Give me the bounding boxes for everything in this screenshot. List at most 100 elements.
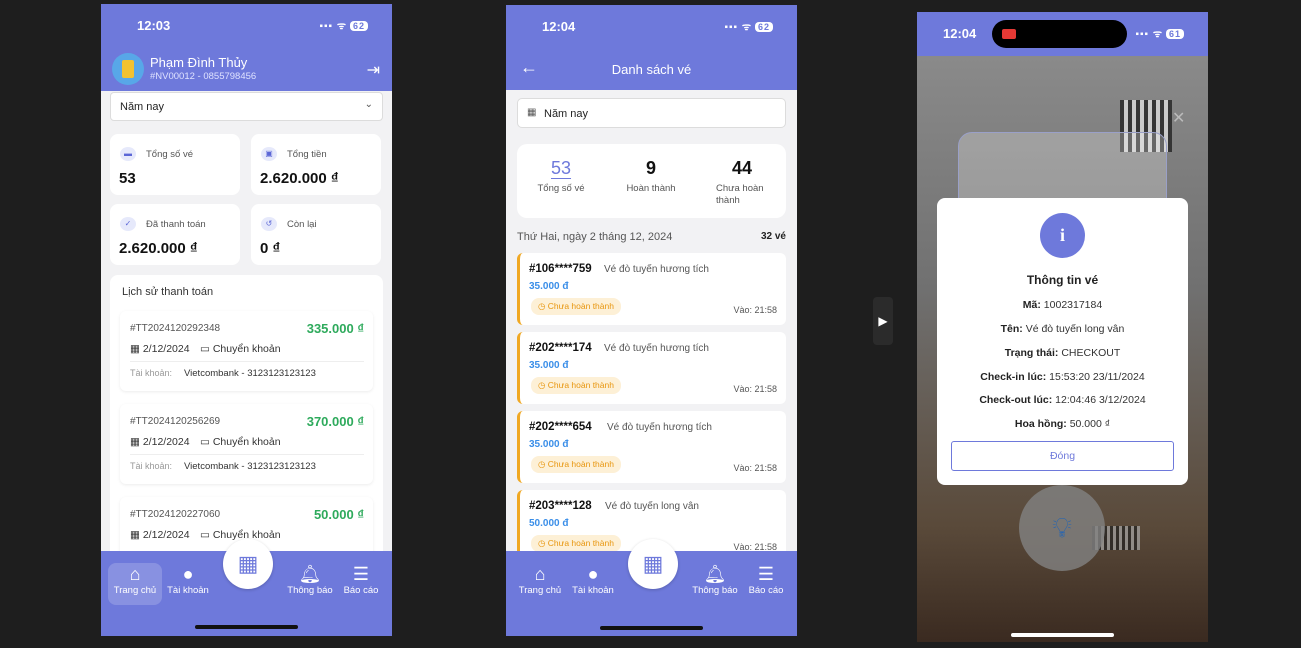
summary-label: Hoàn thành	[626, 183, 676, 194]
transaction-code: #TT2024120227060	[130, 509, 221, 520]
home-icon: ⌂	[129, 564, 141, 584]
status-bar: 12:04 ▪▪▪ ᯤ 62	[506, 5, 797, 45]
logout-icon[interactable]: ⇥	[367, 60, 380, 80]
signal-wifi-icon: ▪▪▪ ᯤ 62	[319, 18, 368, 32]
ticket-item[interactable]: #106****759 Vé đò tuyến hương tích 35.00…	[517, 253, 786, 325]
ticket-id: #202****654	[529, 421, 592, 433]
battery-icon: 61	[1165, 29, 1184, 39]
clock-icon: ◷	[538, 301, 548, 311]
ticket-name: Vé đò tuyến long vân	[605, 501, 699, 512]
ticket-name: Vé đò tuyến hương tích	[604, 343, 709, 354]
tab-account[interactable]: ● Tài khoản	[161, 563, 215, 605]
bell-icon: 🔔︎	[703, 564, 727, 584]
info-row: Trạng thái: CHECKOUT	[1004, 347, 1121, 359]
tab-notifications[interactable]: 🔔︎ Thông báo	[688, 563, 742, 605]
transaction-amount: 370.000 ₫	[306, 414, 364, 429]
info-row: Tên: Vé đò tuyến long vân	[1000, 323, 1125, 335]
status-badge: ◷ Chưa hoàn thành	[531, 535, 621, 552]
stat-remaining: ↺ Còn lại 0 ₫	[251, 204, 381, 265]
home-indicator	[195, 625, 298, 629]
home-header: 12:03 ▪▪▪ ᯤ 62 Phạm Đình Thủy #NV00012 - …	[101, 4, 392, 91]
transaction-amount: 50.000 ₫	[313, 507, 364, 522]
stat-value: 0 ₫	[260, 240, 281, 257]
scan-result-screen: 12:04 ▪▪▪ ᯤ 61 ✕ i Thông tin vé Mã: 10023…	[917, 12, 1208, 642]
chevron-down-icon: ⌄	[364, 99, 373, 110]
ticket-summary: 53 Tổng số vé 9 Hoàn thành 44 Chưa hoàn …	[517, 144, 786, 218]
chart-icon: ☰	[352, 564, 370, 584]
home-icon: ⌂	[534, 564, 546, 584]
stat-label: Tổng tiền	[287, 149, 327, 160]
bottom-tab-bar: ⌂ Trang chủ ● Tài khoản ▦ 🔔︎ Thông báo ☰ Báo…	[101, 539, 392, 636]
user-id-phone: #NV00012 - 0855798456	[150, 71, 257, 82]
stat-label: Đã thanh toán	[146, 219, 206, 230]
account-value: Vietcombank - 3123123123123	[184, 461, 316, 472]
ticket-list-screen: 12:04 ▪▪▪ ᯤ 62 ← Danh sách vé ▦ Năm nay 5…	[506, 5, 797, 636]
calendar-icon: ▦	[130, 343, 143, 355]
ticket-id: #106****759	[529, 263, 592, 275]
status-badge: ◷ Chưa hoàn thành	[531, 377, 621, 394]
ticket-name: Vé đò tuyến hương tích	[607, 422, 712, 433]
close-button[interactable]: Đóng	[951, 441, 1174, 471]
signal-wifi-icon: ▪▪▪ ᯤ 62	[724, 19, 773, 33]
calendar-icon: ▦	[527, 107, 537, 118]
transaction-item[interactable]: #TT2024120256269 370.000 ₫ ▦ 2/12/2024 ▭…	[120, 404, 373, 484]
period-select-value: Năm nay	[544, 108, 589, 120]
clock-icon: ◷	[538, 538, 548, 548]
tab-home[interactable]: ⌂ Trang chủ	[108, 563, 162, 605]
tab-account[interactable]: ● Tài khoản	[566, 563, 620, 605]
ticket-name: Vé đò tuyến hương tích	[604, 264, 709, 275]
transaction-date: ▦ 2/12/2024	[130, 436, 190, 448]
battery-icon: 62	[754, 22, 773, 32]
tab-notifications[interactable]: 🔔︎ Thông báo	[283, 563, 337, 605]
account-label: Tài khoản:	[130, 368, 173, 378]
ticket-item[interactable]: #202****174 Vé đò tuyến hương tích 35.00…	[517, 332, 786, 404]
period-select[interactable]: Năm nay ⌄	[110, 92, 383, 121]
summary-value: 53	[550, 158, 572, 178]
status-bar: 12:03 ▪▪▪ ᯤ 62	[101, 4, 392, 44]
page-title: Danh sách vé	[611, 62, 692, 77]
transaction-amount: 335.000 ₫	[306, 321, 364, 336]
signal-wifi-icon: ▪▪▪ ᯤ 61	[1135, 26, 1184, 40]
stat-label: Còn lại	[287, 219, 317, 230]
tab-reports[interactable]: ☰ Báo cáo	[334, 563, 388, 605]
period-select[interactable]: ▦ Năm nay	[517, 98, 786, 128]
info-row: Check-in lúc: 15:53:20 23/11/2024	[980, 371, 1145, 383]
stat-total-tickets: ▬ Tổng số vé 53	[110, 134, 240, 195]
home-indicator	[600, 626, 703, 630]
info-row: Hoa hồng: 50.000 ₫	[1014, 418, 1111, 430]
calendar-icon: ▦	[130, 529, 143, 541]
qr-scan-button[interactable]: ▦	[223, 539, 273, 589]
clock-icon: ◷	[538, 380, 548, 390]
play-arrow-icon[interactable]: ▶	[873, 297, 893, 345]
money-icon: ▣	[261, 147, 277, 161]
tab-reports[interactable]: ☰ Báo cáo	[739, 563, 793, 605]
ticket-list-header: 12:04 ▪▪▪ ᯤ 62 ← Danh sách vé	[506, 5, 797, 90]
info-row: Check-out lúc: 12:04:46 3/12/2024	[979, 394, 1146, 406]
user-name: Phạm Đình Thủy	[150, 55, 248, 70]
summary-incomplete[interactable]: 44 Chưa hoàn thành	[702, 158, 782, 207]
status-bar: 12:04 ▪▪▪ ᯤ 61	[917, 12, 1208, 56]
stat-value: 2.620.000 ₫	[260, 170, 339, 187]
transaction-date: ▦ 2/12/2024	[130, 529, 190, 541]
close-icon[interactable]: ✕	[1172, 108, 1185, 128]
qr-scan-button[interactable]: ▦	[628, 539, 678, 589]
divider	[130, 361, 364, 362]
avatar[interactable]	[112, 53, 144, 85]
summary-completed[interactable]: 9 Hoàn thành	[611, 158, 691, 195]
cash-icon: ▭	[200, 343, 213, 355]
ticket-price: 35.000 đ	[529, 360, 569, 371]
payment-history: Lịch sử thanh toán #TT2024120292348 335.…	[110, 275, 383, 577]
transaction-method: ▭ Chuyển khoản	[200, 436, 281, 448]
day-header: Thứ Hai, ngày 2 tháng 12, 2024	[517, 231, 673, 243]
info-row: Mã: 1002317184	[1022, 299, 1103, 311]
summary-total[interactable]: 53 Tổng số vé	[521, 158, 601, 195]
ticket-item[interactable]: #202****654 Vé đò tuyến hương tích 35.00…	[517, 411, 786, 483]
user-icon: ●	[587, 564, 599, 584]
ticket-icon: ▬	[120, 147, 136, 161]
flashlight-button[interactable]: 💡︎	[1019, 485, 1105, 571]
tab-home[interactable]: ⌂ Trang chủ	[513, 563, 567, 605]
transaction-item[interactable]: #TT2024120292348 335.000 ₫ ▦ 2/12/2024 ▭…	[120, 311, 373, 391]
check-icon: ✓	[120, 217, 136, 231]
summary-label: Chưa hoàn thành	[716, 183, 764, 206]
status-badge: ◷ Chưa hoàn thành	[531, 456, 621, 473]
